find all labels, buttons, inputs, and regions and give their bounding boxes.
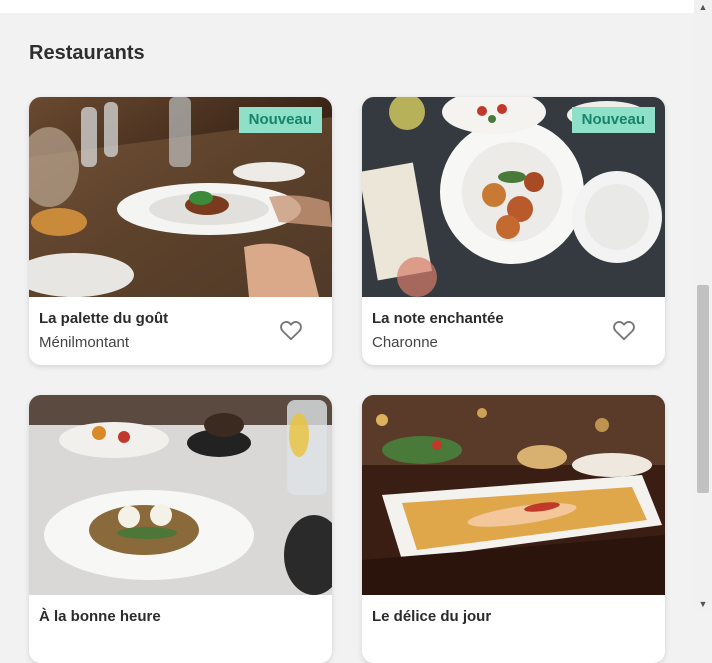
restaurant-photo <box>362 395 665 595</box>
favorite-button[interactable] <box>278 317 304 343</box>
restaurant-card[interactable]: Le délice du jour <box>362 395 665 663</box>
new-badge: Nouveau <box>571 107 655 133</box>
restaurant-photo <box>29 395 332 595</box>
restaurant-name: La palette du goût <box>39 310 169 327</box>
restaurant-card[interactable]: À la bonne heure <box>29 395 332 663</box>
restaurant-photo: Nouveau <box>362 97 665 297</box>
restaurant-location: Charonne <box>372 334 438 351</box>
new-badge: Nouveau <box>238 107 322 133</box>
scroll-down-arrow-icon[interactable]: ▼ <box>694 597 712 611</box>
top-bar <box>0 0 694 13</box>
restaurant-card[interactable]: Nouveau La palette du goût Ménilmontant <box>29 97 332 365</box>
heart-outline-icon <box>280 321 302 341</box>
section-title: Restaurants <box>29 42 145 64</box>
heart-outline-icon <box>613 321 635 341</box>
scrollbar-thumb[interactable] <box>697 285 709 493</box>
restaurant-card[interactable]: Nouveau La note enchantée Charonne <box>362 97 665 365</box>
favorite-button[interactable] <box>611 317 637 343</box>
restaurant-photo: Nouveau <box>29 97 332 297</box>
scroll-up-arrow-icon[interactable]: ▲ <box>694 0 712 14</box>
restaurant-name: La note enchantée <box>372 310 504 327</box>
scrollbar[interactable]: ▲ ▼ <box>694 0 712 611</box>
restaurant-location: Ménilmontant <box>39 334 130 351</box>
